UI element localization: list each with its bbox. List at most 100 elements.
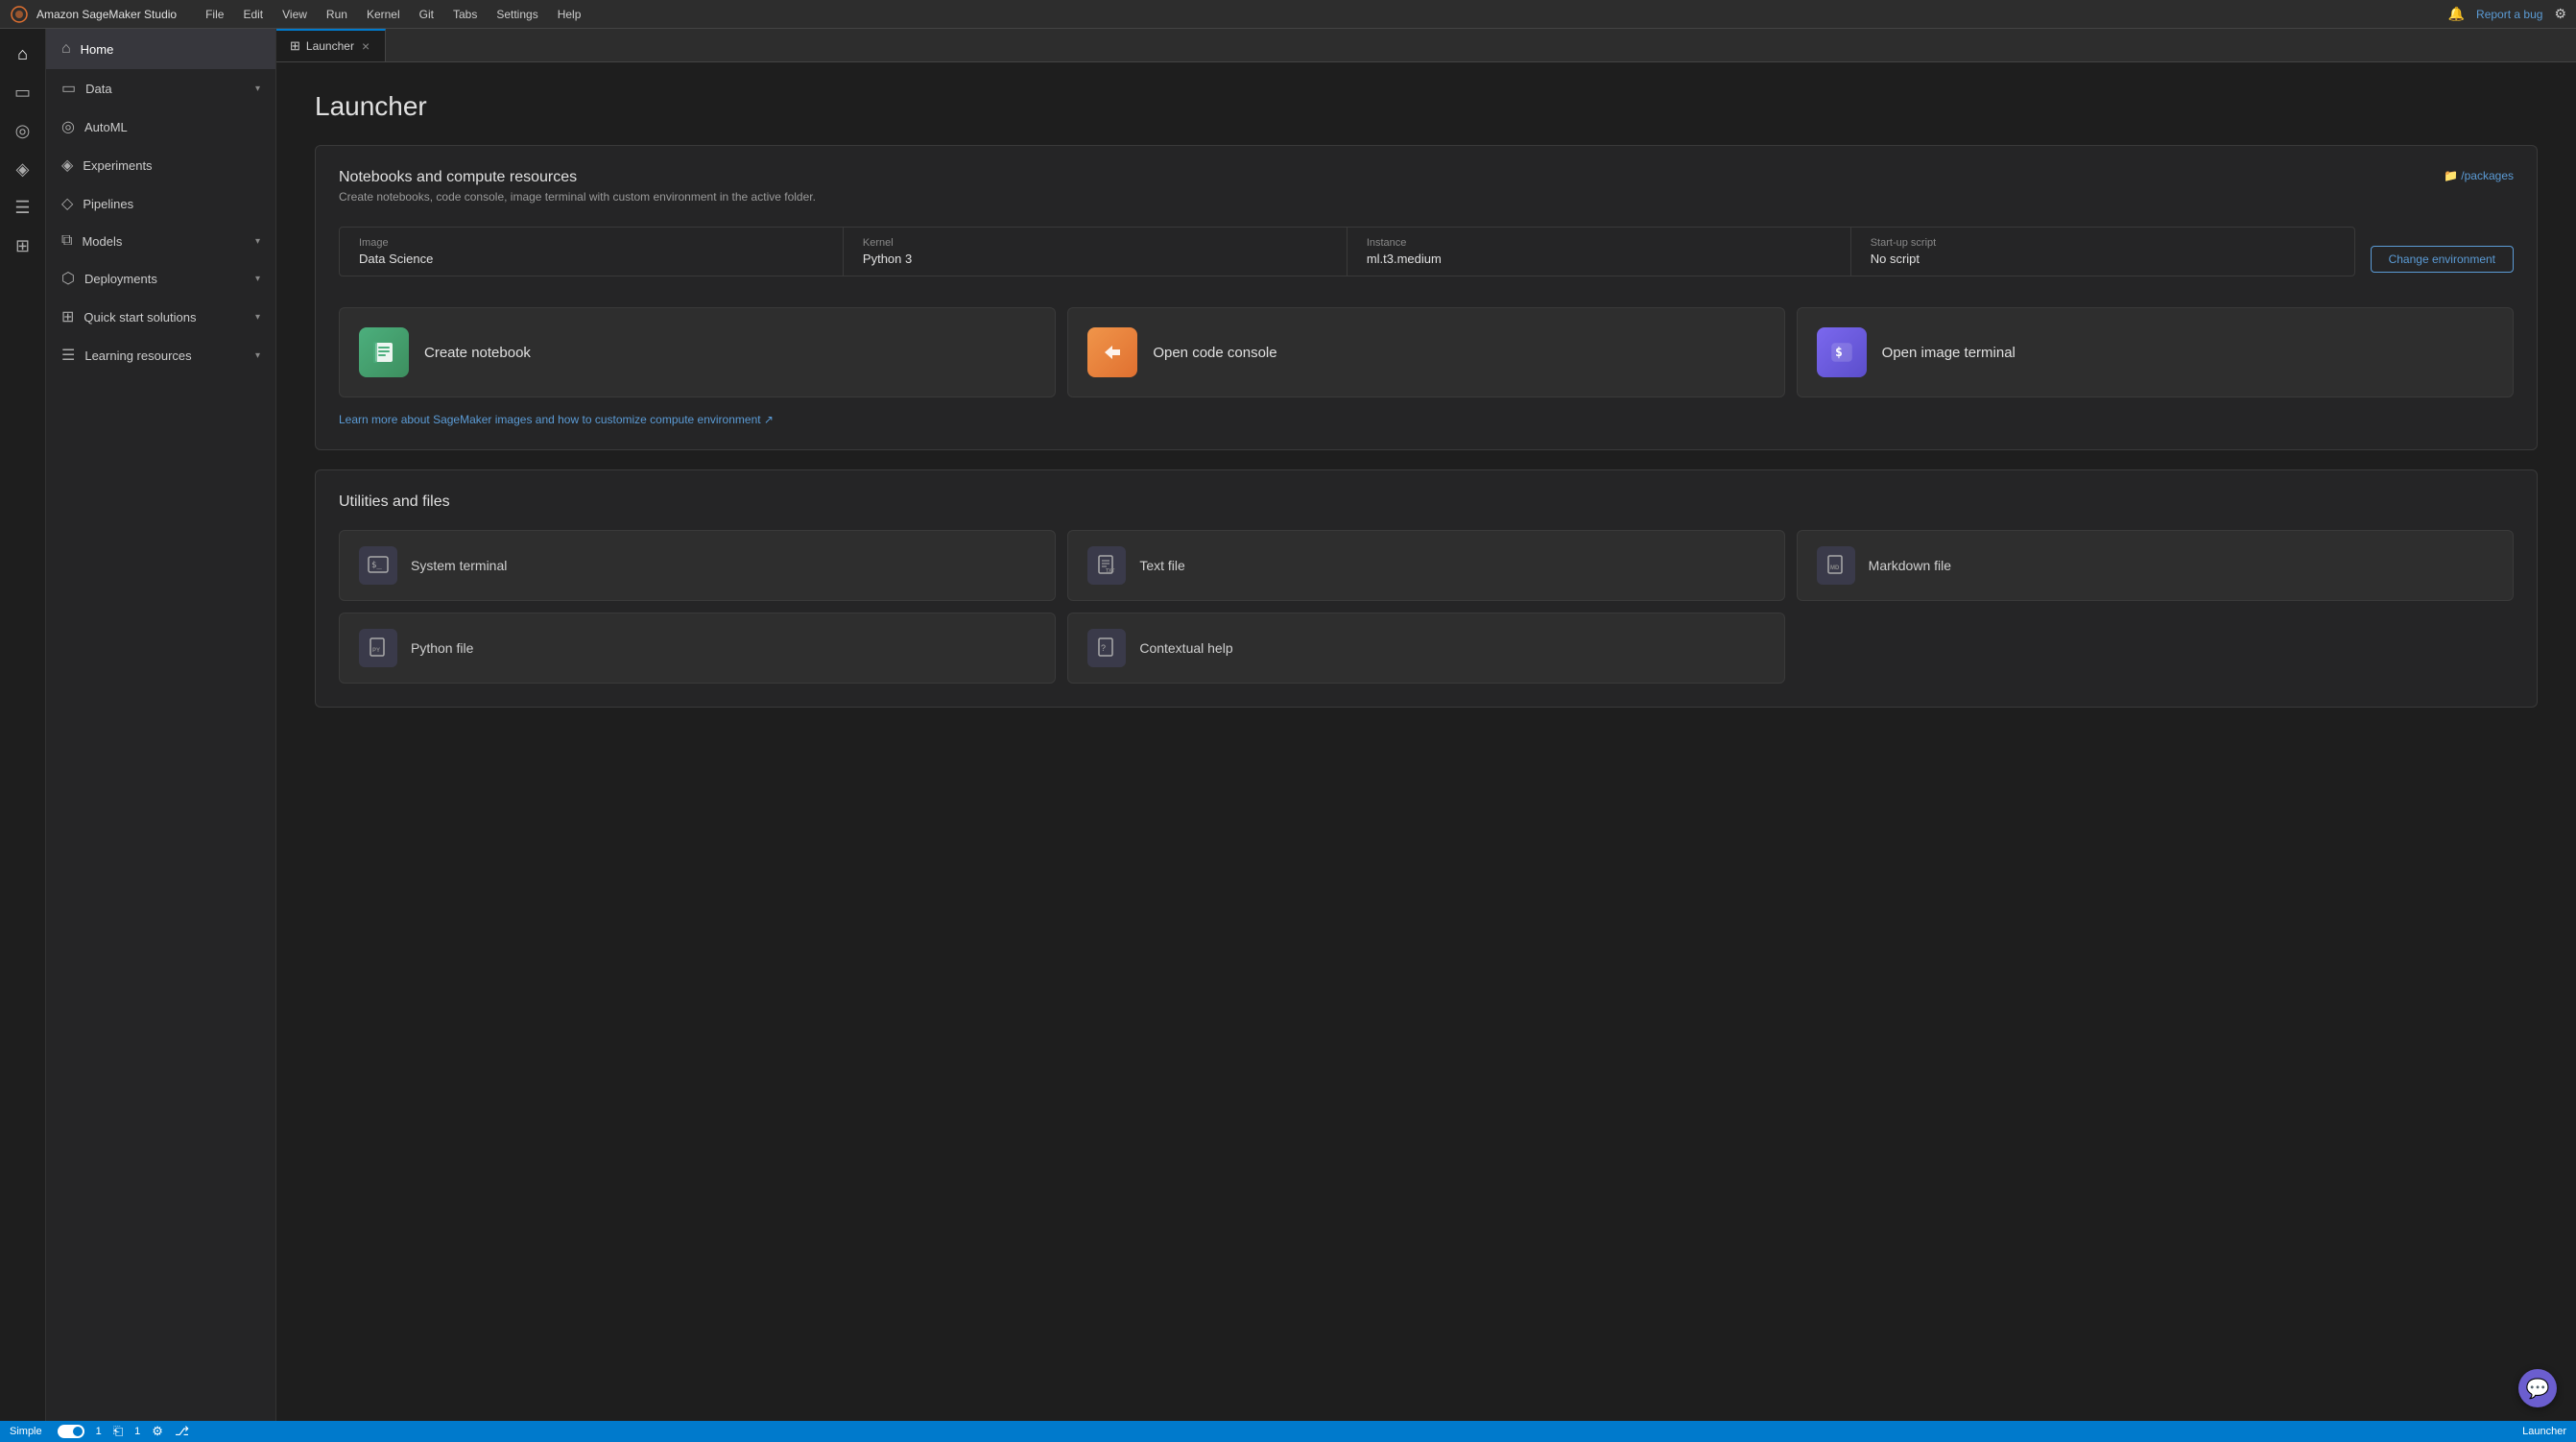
env-kernel-label: Kernel: [863, 237, 1327, 249]
learn-more-link[interactable]: Learn more about SageMaker images and ho…: [339, 413, 774, 426]
utilities-section-title: Utilities and files: [339, 493, 2514, 511]
create-notebook-icon: [359, 327, 409, 377]
menu-help[interactable]: Help: [548, 4, 591, 25]
create-notebook-card[interactable]: Create notebook: [339, 307, 1056, 397]
python-file-icon: PY: [359, 629, 397, 667]
status-branch-icon: ⎗: [113, 1424, 123, 1439]
report-bug-link[interactable]: Report a bug: [2476, 8, 2542, 21]
sidebar-icon-list[interactable]: ☰: [6, 190, 40, 225]
sidebar-icon-circle[interactable]: ◎: [6, 113, 40, 148]
svg-text:PY: PY: [372, 648, 380, 654]
content-area: ⊞ Launcher × Launcher Notebooks and comp…: [276, 29, 2576, 1421]
status-gear-icon[interactable]: ⚙: [152, 1424, 163, 1439]
env-kernel-cell: Kernel Python 3: [844, 228, 1348, 276]
nav-item-home[interactable]: ⌂ Home: [46, 29, 275, 69]
nav-label-automl: AutoML: [84, 120, 260, 134]
models-icon: ⧉: [61, 232, 72, 250]
env-instance-cell: Instance ml.t3.medium: [1348, 228, 1851, 276]
menu-bar: Amazon SageMaker Studio File Edit View R…: [0, 0, 2576, 29]
menu-edit[interactable]: Edit: [233, 4, 273, 25]
svg-text:$_: $_: [371, 561, 382, 570]
automl-icon: ◎: [61, 117, 75, 136]
menu-git[interactable]: Git: [410, 4, 443, 25]
system-terminal-card[interactable]: $_ System terminal: [339, 530, 1056, 601]
open-image-terminal-icon: $: [1817, 327, 1867, 377]
data-icon: ▭: [61, 79, 76, 98]
status-num1: 1: [96, 1426, 102, 1437]
nav-label-data: Data: [85, 82, 255, 96]
content-wrapper: Launcher Notebooks and compute resources…: [276, 62, 2576, 1421]
menu-items: File Edit View Run Kernel Git Tabs Setti…: [196, 4, 590, 25]
nav-label-experiments: Experiments: [83, 158, 260, 173]
sidebar-icon-diamond[interactable]: ◈: [6, 152, 40, 186]
env-image-cell: Image Data Science: [340, 228, 844, 276]
svg-text:TXT: TXT: [1106, 568, 1114, 574]
environment-row: Image Data Science Kernel Python 3 Insta…: [339, 227, 2514, 292]
notebooks-section: Notebooks and compute resources Create n…: [315, 145, 2538, 450]
sidebar-icon-files[interactable]: ▭: [6, 75, 40, 109]
menu-tabs[interactable]: Tabs: [443, 4, 487, 25]
env-script-cell: Start-up script No script: [1851, 228, 2354, 276]
markdown-file-icon: MD: [1817, 546, 1855, 585]
nav-item-models[interactable]: ⧉ Models ▾: [46, 223, 275, 259]
utilities-section: Utilities and files $_ System terminal: [315, 469, 2538, 708]
menu-view[interactable]: View: [273, 4, 317, 25]
chat-button[interactable]: 💬: [2518, 1369, 2557, 1407]
sidebar-icon-puzzle[interactable]: ⊞: [6, 228, 40, 263]
chevron-down-icon: ▾: [255, 84, 260, 94]
utilities-grid: $_ System terminal: [339, 530, 2514, 684]
launcher-tab-icon: ⊞: [290, 38, 300, 54]
svg-text:?: ?: [1101, 643, 1106, 653]
contextual-help-label: Contextual help: [1139, 640, 1232, 656]
status-bar-right: Launcher: [2522, 1426, 2566, 1437]
tab-close-button[interactable]: ×: [360, 38, 371, 54]
nav-item-learning[interactable]: ☰ Learning resources ▾: [46, 336, 275, 374]
notification-icon[interactable]: 🔔: [2448, 6, 2465, 22]
nav-item-automl[interactable]: ◎ AutoML: [46, 108, 275, 146]
menu-settings[interactable]: Settings: [487, 4, 547, 25]
home-icon: ⌂: [61, 40, 71, 58]
main-layout: ⌂ ▭ ◎ ◈ ☰ ⊞ ⌂ Home ▭ Data ▾ ◎ AutoML ◈ E…: [0, 29, 2576, 1421]
open-image-terminal-card[interactable]: $ Open image terminal: [1797, 307, 2514, 397]
status-launcher-label: Launcher: [2522, 1426, 2566, 1437]
nav-label-models: Models: [82, 234, 255, 249]
status-git-icon[interactable]: ⎇: [175, 1424, 189, 1439]
notebooks-header-row: Notebooks and compute resources Create n…: [339, 169, 2514, 223]
env-kernel-value: Python 3: [863, 252, 1327, 266]
launcher-tab-label: Launcher: [306, 39, 354, 53]
nav-item-data[interactable]: ▭ Data ▾: [46, 69, 275, 108]
launcher-tab[interactable]: ⊞ Launcher ×: [276, 29, 386, 61]
nav-panel: ⌂ Home ▭ Data ▾ ◎ AutoML ◈ Experiments ◇…: [46, 29, 276, 1421]
sidebar-icon-home[interactable]: ⌂: [6, 36, 40, 71]
nav-item-experiments[interactable]: ◈ Experiments: [46, 146, 275, 184]
contextual-help-card[interactable]: ? Contextual help: [1067, 613, 1784, 684]
menu-file[interactable]: File: [196, 4, 233, 25]
python-file-label: Python file: [411, 640, 473, 656]
pipelines-icon: ◇: [61, 194, 73, 213]
chevron-down-icon-deployments: ▾: [255, 274, 260, 284]
python-file-card[interactable]: PY Python file: [339, 613, 1056, 684]
nav-label-quick-start: Quick start solutions: [83, 310, 255, 324]
env-image-value: Data Science: [359, 252, 823, 266]
menu-run[interactable]: Run: [317, 4, 357, 25]
contextual-help-icon: ?: [1087, 629, 1126, 667]
content-scroll[interactable]: Launcher Notebooks and compute resources…: [276, 62, 2576, 1421]
icon-sidebar: ⌂ ▭ ◎ ◈ ☰ ⊞: [0, 29, 46, 1421]
chevron-down-icon-quick: ▾: [255, 312, 260, 323]
open-code-console-card[interactable]: Open code console: [1067, 307, 1784, 397]
markdown-file-card[interactable]: MD Markdown file: [1797, 530, 2514, 601]
packages-link[interactable]: 📁 /packages: [2444, 169, 2514, 182]
menu-kernel[interactable]: Kernel: [357, 4, 410, 25]
tab-bar: ⊞ Launcher ×: [276, 29, 2576, 62]
status-toggle[interactable]: [58, 1425, 84, 1438]
settings-icon[interactable]: ⚙: [2554, 6, 2566, 22]
nav-item-pipelines[interactable]: ◇ Pipelines: [46, 184, 275, 223]
quick-start-icon: ⊞: [61, 307, 74, 326]
change-environment-button[interactable]: Change environment: [2371, 246, 2514, 273]
open-image-terminal-label: Open image terminal: [1882, 345, 2015, 361]
text-file-card[interactable]: TXT Text file: [1067, 530, 1784, 601]
nav-item-deployments[interactable]: ⬡ Deployments ▾: [46, 259, 275, 298]
notebooks-section-desc: Create notebooks, code console, image te…: [339, 190, 816, 204]
nav-item-quick-start[interactable]: ⊞ Quick start solutions ▾: [46, 298, 275, 336]
experiments-icon: ◈: [61, 156, 73, 175]
